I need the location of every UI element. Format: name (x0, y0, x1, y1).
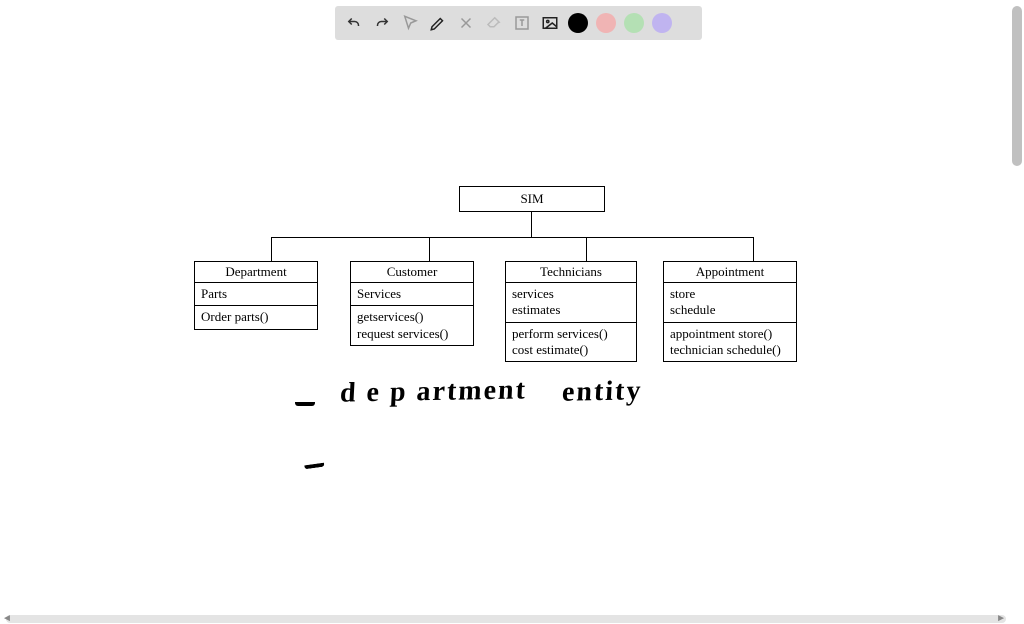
connector (586, 237, 587, 261)
class-operations: appointment store() technician schedule(… (664, 323, 796, 362)
class-box-appointment: Appointment store schedule appointment s… (663, 261, 797, 362)
scroll-right-icon[interactable]: ► (996, 613, 1006, 624)
whiteboard-canvas[interactable]: SIM Department Parts Order parts() Custo… (0, 0, 1024, 624)
handwriting-word: d e p artment (339, 374, 528, 409)
color-pink[interactable] (593, 10, 619, 36)
class-attributes: services estimates (506, 283, 636, 323)
class-box-sim: SIM (459, 186, 605, 212)
horizontal-scrollbar[interactable] (6, 615, 1006, 623)
connector (271, 237, 754, 238)
class-attributes: store schedule (664, 283, 796, 323)
handwriting-word: entity (561, 375, 643, 408)
redo-icon[interactable] (369, 10, 395, 36)
class-attributes: Services (351, 283, 473, 306)
pen-icon[interactable] (425, 10, 451, 36)
color-green[interactable] (621, 10, 647, 36)
class-attributes: Parts (195, 283, 317, 306)
class-operations: perform services() cost estimate() (506, 323, 636, 362)
toolbar (335, 6, 702, 40)
class-box-customer: Customer Services getservices() request … (350, 261, 474, 346)
hand-dash (295, 396, 315, 406)
color-purple[interactable] (649, 10, 675, 36)
eraser-icon[interactable] (481, 10, 507, 36)
class-title: SIM (520, 191, 543, 206)
class-box-department: Department Parts Order parts() (194, 261, 318, 330)
hand-dash (303, 457, 324, 470)
class-title: Customer (351, 262, 473, 283)
class-box-technicians: Technicians services estimates perform s… (505, 261, 637, 362)
scroll-left-icon[interactable]: ◄ (2, 613, 12, 624)
class-title: Technicians (506, 262, 636, 283)
class-title: Department (195, 262, 317, 283)
undo-icon[interactable] (341, 10, 367, 36)
connector (271, 237, 272, 261)
color-black[interactable] (565, 10, 591, 36)
class-title: Appointment (664, 262, 796, 283)
tools-icon[interactable] (453, 10, 479, 36)
text-icon[interactable] (509, 10, 535, 36)
image-icon[interactable] (537, 10, 563, 36)
vertical-scrollbar[interactable] (1012, 6, 1022, 166)
connector (753, 237, 754, 261)
class-operations: Order parts() (195, 306, 317, 328)
connector (531, 211, 532, 237)
connector (429, 237, 430, 261)
class-operations: getservices() request services() (351, 306, 473, 345)
pointer-icon[interactable] (397, 10, 423, 36)
